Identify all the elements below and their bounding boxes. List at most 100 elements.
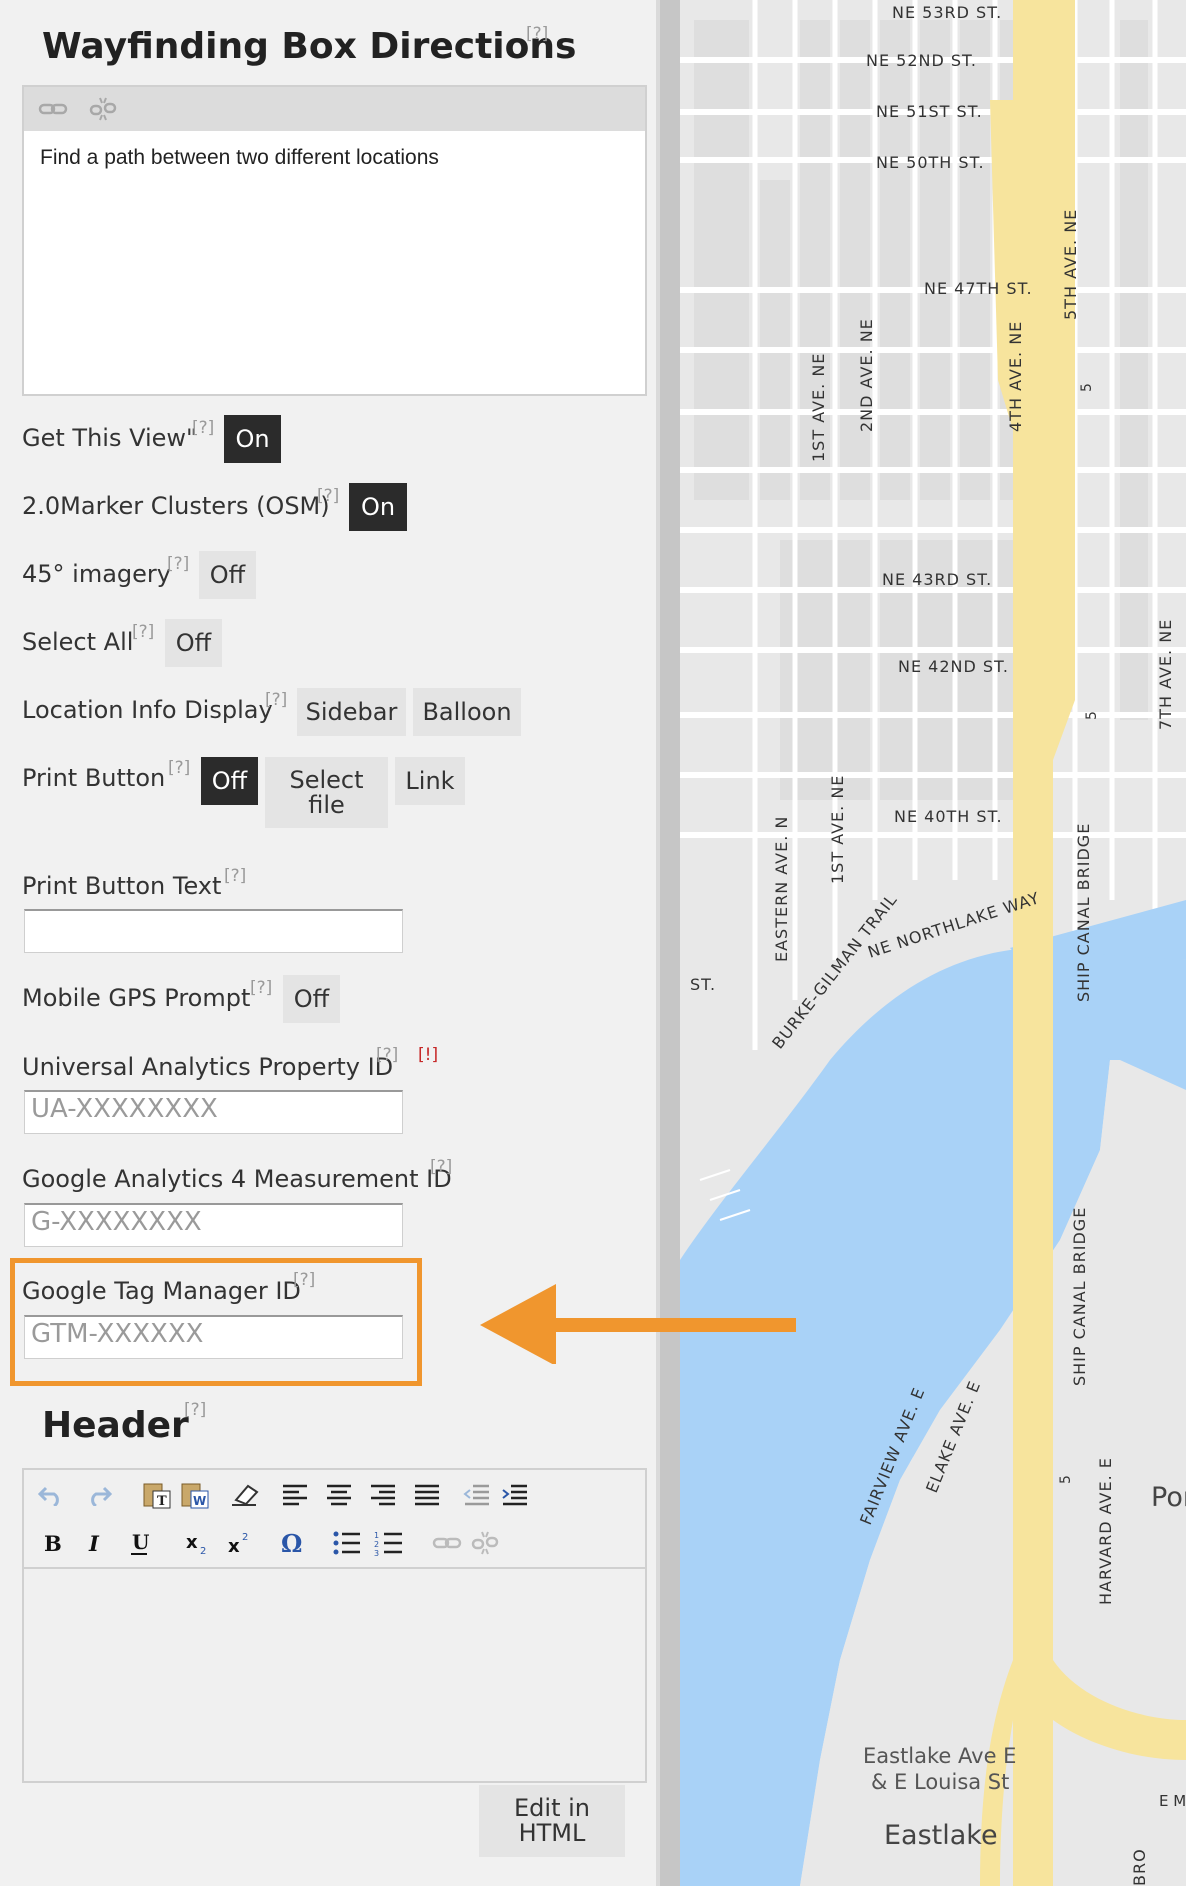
svg-text:I: I: [88, 1531, 100, 1555]
street-label-st: ST.: [690, 975, 716, 994]
street-label-ne-53rd: NE 53RD ST.: [892, 3, 1002, 22]
interstate-shield-5: 5: [1084, 711, 1100, 720]
print-button-text-input[interactable]: [24, 909, 403, 953]
bold-icon[interactable]: B: [36, 1528, 66, 1558]
edit-in-html-button[interactable]: Edit in HTML: [479, 1785, 625, 1857]
unlink-icon[interactable]: [88, 94, 118, 124]
print-button-off[interactable]: Off: [201, 757, 258, 805]
align-right-icon[interactable]: [368, 1480, 398, 1510]
place-label-e-m: E M: [1159, 1792, 1186, 1810]
bridge-label-ship-canal-south: SHIP CANAL BRIDGE: [1070, 1207, 1089, 1386]
align-center-icon[interactable]: [324, 1480, 354, 1510]
indent-icon[interactable]: [500, 1480, 530, 1510]
section-title-header: Header: [42, 1405, 189, 1446]
interstate-shield-5: 5: [1058, 1475, 1074, 1484]
place-label-por: Por: [1151, 1482, 1186, 1513]
panel-resize-handle[interactable]: [660, 0, 680, 1886]
help-link-select-all[interactable]: [?]: [132, 622, 154, 642]
eraser-icon[interactable]: [230, 1480, 260, 1510]
header-editor-body[interactable]: [24, 1569, 645, 1781]
svg-text:2: 2: [242, 1532, 248, 1543]
street-label-ne-47th: NE 47TH ST.: [924, 279, 1033, 298]
section-title-wayfinding: Wayfinding Box Directions: [42, 26, 577, 67]
align-justify-icon[interactable]: [412, 1480, 442, 1510]
avenue-label-5th-ave-ne: 5TH AVE. NE: [1061, 209, 1080, 320]
print-button-text-label: Print Button Text: [22, 872, 222, 900]
help-link-print-button[interactable]: [?]: [168, 758, 190, 778]
svg-text:T: T: [157, 1494, 167, 1509]
underline-icon[interactable]: U: [124, 1528, 154, 1558]
pointer-arrow: [480, 1284, 796, 1364]
help-link-ga4[interactable]: [?]: [430, 1157, 452, 1177]
help-link-print-button-text[interactable]: [?]: [224, 866, 246, 886]
bridge-label-ship-canal-north: SHIP CANAL BRIDGE: [1074, 823, 1093, 1002]
help-link-get-this-view[interactable]: [?]: [192, 418, 214, 438]
map-freeway-ramp: [1053, 0, 1075, 760]
mobile-gps-toggle[interactable]: Off: [283, 975, 340, 1023]
print-button-select-file[interactable]: Select file: [265, 757, 388, 828]
avenue-label-1st-ave-ne-south: 1ST AVE. NE: [828, 775, 847, 884]
svg-text:x: x: [228, 1536, 240, 1556]
street-label-ne-43rd: NE 43RD ST.: [882, 570, 992, 589]
print-button-link[interactable]: Link: [395, 757, 465, 805]
street-label-ne-42nd: NE 42ND ST.: [898, 657, 1009, 676]
location-info-balloon-button[interactable]: Balloon: [413, 688, 521, 736]
help-link-mobile-gps[interactable]: [?]: [250, 978, 272, 998]
unlink-icon[interactable]: [470, 1528, 500, 1558]
numbered-list-icon[interactable]: 123: [374, 1528, 404, 1558]
italic-icon[interactable]: I: [80, 1528, 110, 1558]
description-editor[interactable]: Find a path between two different locati…: [22, 85, 647, 396]
help-link-ua-property[interactable]: [?]: [376, 1045, 398, 1065]
ua-property-label: Universal Analytics Property ID: [22, 1053, 394, 1081]
interstate-shield-5: 5: [1079, 383, 1095, 392]
help-link-wayfinding[interactable]: [?]: [526, 24, 548, 44]
help-link-marker-clusters[interactable]: [?]: [317, 486, 339, 506]
highlight-box-gtm: [10, 1258, 422, 1386]
help-link-location-info[interactable]: [?]: [265, 690, 287, 710]
paste-word-icon[interactable]: W: [180, 1480, 210, 1510]
svg-text:2: 2: [374, 1540, 379, 1549]
align-left-icon[interactable]: [280, 1480, 310, 1510]
marker-clusters-toggle[interactable]: On: [349, 483, 407, 531]
link-icon[interactable]: [432, 1528, 462, 1558]
map-canvas: NE 53RD ST. NE 52ND ST. NE 51ST ST. NE 5…: [680, 0, 1186, 1886]
select-all-toggle[interactable]: Off: [165, 619, 222, 667]
place-label-eastlake: Eastlake: [884, 1820, 998, 1851]
avenue-label-2nd-ave-ne: 2ND AVE. NE: [857, 318, 876, 432]
place-label-eastlake-ave: Eastlake Ave E: [863, 1744, 1016, 1768]
ga4-input[interactable]: G-XXXXXXXX: [24, 1203, 403, 1247]
avenue-label-1st-ave-ne: 1ST AVE. NE: [809, 353, 828, 462]
help-link-header[interactable]: [?]: [184, 1400, 206, 1420]
subscript-icon[interactable]: x2: [184, 1528, 214, 1558]
ga4-label: Google Analytics 4 Measurement ID: [22, 1165, 452, 1193]
ua-property-input[interactable]: UA-XXXXXXXX: [24, 1090, 403, 1134]
superscript-icon[interactable]: x2: [226, 1528, 256, 1558]
warning-icon-ua-property[interactable]: [!]: [418, 1045, 438, 1065]
imagery-45-toggle[interactable]: Off: [199, 551, 256, 599]
bullet-list-icon[interactable]: [332, 1528, 362, 1558]
svg-text:1: 1: [374, 1531, 379, 1540]
avenue-label-4th-ave-ne: 4TH AVE. NE: [1006, 321, 1025, 432]
header-editor[interactable]: T W B I U x2 x2 Ω 123: [22, 1468, 647, 1783]
street-label-ne-50th: NE 50TH ST.: [876, 153, 985, 172]
special-character-icon[interactable]: Ω: [278, 1528, 308, 1558]
outdent-icon[interactable]: [462, 1480, 492, 1510]
street-label-ne-40th: NE 40TH ST.: [894, 807, 1003, 826]
place-label-louisa-st: & E Louisa St: [871, 1770, 1009, 1794]
svg-text:x: x: [186, 1532, 198, 1553]
redo-icon[interactable]: [84, 1480, 114, 1510]
undo-icon[interactable]: [36, 1480, 66, 1510]
help-link-imagery-45[interactable]: [?]: [167, 554, 189, 574]
link-icon[interactable]: [38, 94, 68, 124]
street-label-ne-51st: NE 51ST ST.: [876, 102, 983, 121]
map-view[interactable]: NE 53RD ST. NE 52ND ST. NE 51ST ST. NE 5…: [680, 0, 1186, 1886]
svg-text:Ω: Ω: [281, 1530, 302, 1556]
svg-text:U: U: [132, 1530, 149, 1554]
avenue-label-harvard-ave-e: HARVARD AVE. E: [1096, 1457, 1115, 1605]
select-all-label: Select All: [22, 628, 134, 656]
get-this-view-toggle[interactable]: On: [224, 415, 281, 463]
location-info-sidebar-button[interactable]: Sidebar: [297, 688, 406, 736]
avenue-label-7th-ave-ne: 7TH AVE. NE: [1156, 619, 1175, 730]
marker-clusters-label: 2.0Marker Clusters (OSM): [22, 492, 330, 520]
paste-text-icon[interactable]: T: [142, 1480, 172, 1510]
